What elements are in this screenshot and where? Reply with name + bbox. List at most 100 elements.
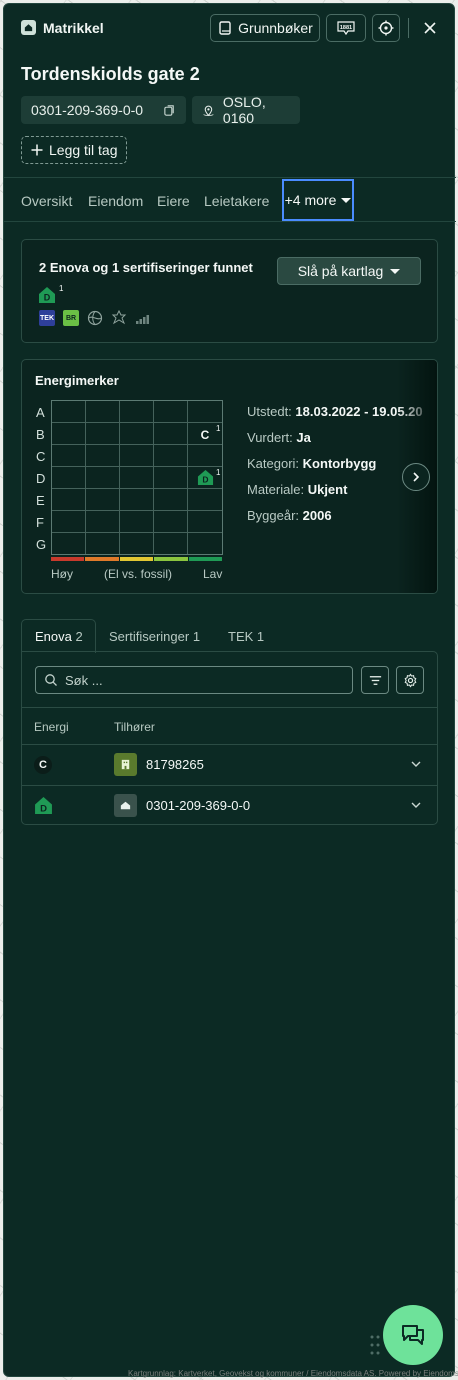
enova-summary-card: 2 Enova og 1 sertifiseringer funnet Slå …	[21, 239, 438, 343]
info-material-value: Ukjent	[307, 482, 348, 497]
table-row[interactable]: C 81798265	[22, 745, 437, 785]
info-category-value: Kontorbygg	[302, 456, 377, 471]
globe-cert-icon	[87, 310, 103, 326]
breeam-logo: BR	[63, 310, 79, 326]
tab-more-dropdown[interactable]: +4 more	[282, 179, 354, 221]
col-header-energy[interactable]: Energi	[34, 720, 69, 734]
house-icon	[21, 20, 36, 35]
map-layer-button[interactable]: Slå på kartlag	[277, 257, 421, 285]
info-rated-label: Vurdert:	[247, 430, 293, 445]
map-attribution: Kartgrunnlag: Kartverket, Geovekst og ko…	[128, 1369, 458, 1378]
row-owner[interactable]: 81798265	[146, 757, 204, 772]
scale-segment	[85, 557, 119, 561]
info-rated-value: Ja	[296, 430, 311, 445]
next-label-button[interactable]	[402, 463, 430, 491]
chevron-down-icon[interactable]	[410, 799, 422, 811]
scale-segment	[51, 557, 85, 561]
subtab-cert-count: 1	[192, 629, 201, 644]
energy-house-d-icon: D	[39, 287, 55, 303]
info-year-value: 2006	[302, 508, 332, 523]
energy-subtabs: Enova 2 Sertifiseringer 1 TEK 1	[21, 619, 438, 653]
grid-line	[52, 532, 222, 533]
phone-lookup-button[interactable]: 1881	[326, 14, 366, 42]
close-button[interactable]	[418, 16, 442, 40]
grid-line	[52, 510, 222, 511]
city-chip[interactable]: OSLO, 0160	[192, 94, 300, 126]
info-year: Byggeår: 2006	[247, 508, 332, 523]
energy-labels-title: Energimerker	[35, 373, 119, 388]
energy-grid: C 1 D 1	[51, 400, 223, 555]
property-id-chip[interactable]: 0301-209-369-0-0	[21, 96, 186, 124]
map-pin-icon	[203, 105, 214, 116]
subtab-enova[interactable]: Enova 2	[21, 619, 96, 653]
add-tag-button[interactable]: Legg til tag	[21, 136, 127, 164]
table-row[interactable]: D 0301-209-369-0-0	[22, 785, 437, 825]
grid-line	[52, 422, 222, 423]
col-header-owner[interactable]: Tilhører	[114, 720, 155, 734]
locate-button[interactable]	[372, 14, 400, 42]
tab-eiendom[interactable]: Eiendom	[88, 193, 143, 209]
badge-count: 1	[59, 284, 64, 293]
plus-icon	[31, 144, 43, 156]
marker-grade-c[interactable]: C	[197, 427, 213, 443]
book-icon	[219, 21, 231, 35]
search-field[interactable]: Søk ...	[35, 666, 353, 694]
row-grade-d: D	[40, 803, 47, 814]
info-issued-label: Utstedt:	[247, 404, 292, 419]
phone-badge-text: 1881	[340, 25, 352, 31]
grade-label-a: A	[36, 405, 45, 420]
marker-count-c: 1	[216, 424, 221, 433]
chat-icon	[402, 1325, 424, 1345]
marker-grade-d: D	[202, 475, 208, 485]
matrikkel-panel: Matrikkel Grunnbøker 1881 Tordenskiolds …	[3, 3, 456, 1377]
app-title: Matrikkel	[43, 20, 104, 36]
scale-label-low: Lav	[203, 567, 223, 581]
main-tabs: Oversikt Eiendom Eiere Leietakere +4 mor…	[4, 177, 456, 222]
chat-button[interactable]	[383, 1305, 443, 1365]
scale-segment	[188, 557, 222, 561]
drag-handle-icon[interactable]	[369, 1334, 381, 1356]
grade-label-c: C	[36, 449, 46, 464]
info-rated: Vurdert: Ja	[247, 430, 311, 445]
subtab-tek[interactable]: TEK 1	[228, 629, 264, 644]
info-material-label: Materiale:	[247, 482, 305, 497]
row-house-d-icon: D	[35, 797, 52, 814]
grunnboker-button[interactable]: Grunnbøker	[210, 14, 320, 42]
subtab-enova-count: 2	[75, 629, 83, 644]
chevron-right-icon	[413, 472, 420, 482]
marker-count-d: 1	[216, 468, 221, 477]
grade-label-b: B	[36, 427, 45, 442]
row-grade-c: C	[34, 756, 52, 774]
property-title: Tordenskiolds gate 2	[21, 64, 200, 84]
filter-button[interactable]	[361, 666, 389, 694]
search-placeholder: Søk ...	[65, 672, 103, 688]
property-id: 0301-209-369-0-0	[31, 102, 144, 118]
tab-eiere[interactable]: Eiere	[157, 193, 190, 209]
chevron-down-icon[interactable]	[410, 758, 422, 770]
info-category-label: Kategori:	[247, 456, 300, 471]
tab-leietakere[interactable]: Leietakere	[204, 193, 269, 209]
subtab-certifications[interactable]: Sertifiseringer 1	[109, 629, 200, 644]
grade-label-f: F	[36, 515, 44, 530]
grunnboker-label: Grunnbøker	[238, 20, 313, 36]
settings-button[interactable]	[396, 666, 424, 694]
grid-line	[52, 466, 222, 467]
scale-label-mid: (El vs. fossil)	[104, 567, 173, 581]
energy-labels-card: Energimerker A B C D E F G C 1 D 1 Høy (…	[21, 359, 438, 594]
subtab-tek-label: TEK	[228, 629, 254, 644]
header-divider	[408, 18, 409, 38]
row-owner[interactable]: 0301-209-369-0-0	[146, 798, 250, 813]
map-layer-label: Slå på kartlag	[297, 263, 384, 279]
copy-icon[interactable]	[163, 104, 176, 117]
crosshair-icon	[378, 20, 394, 36]
add-tag-label: Legg til tag	[49, 142, 118, 158]
bars-cert-icon	[136, 315, 149, 324]
tab-oversikt[interactable]: Oversikt	[21, 193, 72, 209]
grid-line	[52, 488, 222, 489]
marker-house-d-icon[interactable]: D	[197, 469, 214, 486]
enova-table-card: Søk ... Energi Tilhører C 81798265 D 030…	[21, 651, 438, 825]
company-building-icon	[114, 753, 137, 776]
city-text: OSLO, 0160	[222, 94, 266, 126]
enova-summary-title: 2 Enova og 1 sertifiseringer funnet	[39, 260, 253, 275]
subtab-enova-label: Enova	[35, 629, 72, 644]
